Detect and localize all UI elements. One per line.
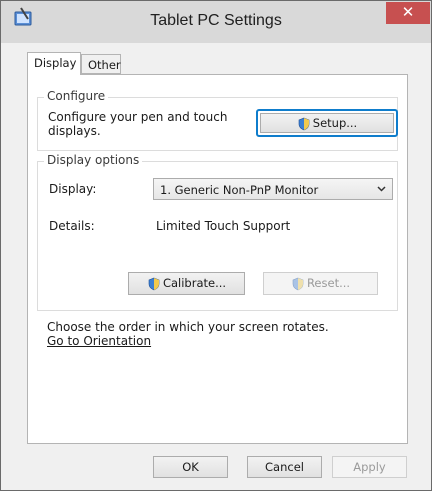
reset-label: Reset... <box>306 276 351 290</box>
apply-button[interactable]: Apply <box>332 456 407 478</box>
display-options-group: Display options Display: 1. Generic Non-… <box>37 153 398 311</box>
display-tab-panel: Configure Configure your pen and touch d… <box>27 74 408 444</box>
tab-display[interactable]: Display <box>27 52 81 75</box>
tablet-pc-settings-dialog: Tablet PC Settings ✕ Display Other Confi… <box>0 0 432 491</box>
close-button[interactable]: ✕ <box>386 2 430 24</box>
orientation-text: Choose the order in which your screen ro… <box>47 320 329 334</box>
configure-group: Configure Configure your pen and touch d… <box>37 89 398 151</box>
configure-legend: Configure <box>44 89 109 103</box>
uac-shield-icon <box>292 277 304 290</box>
details-value: Limited Touch Support <box>156 219 291 233</box>
go-to-orientation-link[interactable]: Go to Orientation <box>47 334 151 348</box>
chevron-down-icon <box>377 186 386 192</box>
window-title: Tablet PC Settings <box>150 12 282 29</box>
ok-button[interactable]: OK <box>153 456 228 478</box>
uac-shield-icon <box>148 277 160 290</box>
display-options-legend: Display options <box>44 153 143 167</box>
details-label: Details: <box>49 219 95 233</box>
uac-shield-icon <box>298 117 310 130</box>
configure-description: Configure your pen and touch displays. <box>48 110 228 138</box>
apply-label: Apply <box>353 460 386 474</box>
close-icon: ✕ <box>401 3 415 21</box>
cancel-label: Cancel <box>265 460 304 474</box>
display-select-value: 1. Generic Non-PnP Monitor <box>160 183 319 197</box>
display-label: Display: <box>49 182 97 196</box>
reset-button[interactable]: Reset... <box>263 272 378 295</box>
tab-other-label: Other <box>88 58 121 72</box>
calibrate-button[interactable]: Calibrate... <box>128 272 245 295</box>
tab-display-label: Display <box>34 56 77 70</box>
ok-label: OK <box>182 460 199 474</box>
cancel-button[interactable]: Cancel <box>247 456 322 478</box>
calibrate-label: Calibrate... <box>162 276 227 290</box>
display-select[interactable]: 1. Generic Non-PnP Monitor <box>153 178 393 200</box>
tab-other[interactable]: Other <box>81 54 121 74</box>
setup-button[interactable]: Setup... <box>260 113 394 133</box>
title-bar[interactable]: Tablet PC Settings ✕ <box>1 1 431 43</box>
setup-label: Setup... <box>312 116 358 130</box>
